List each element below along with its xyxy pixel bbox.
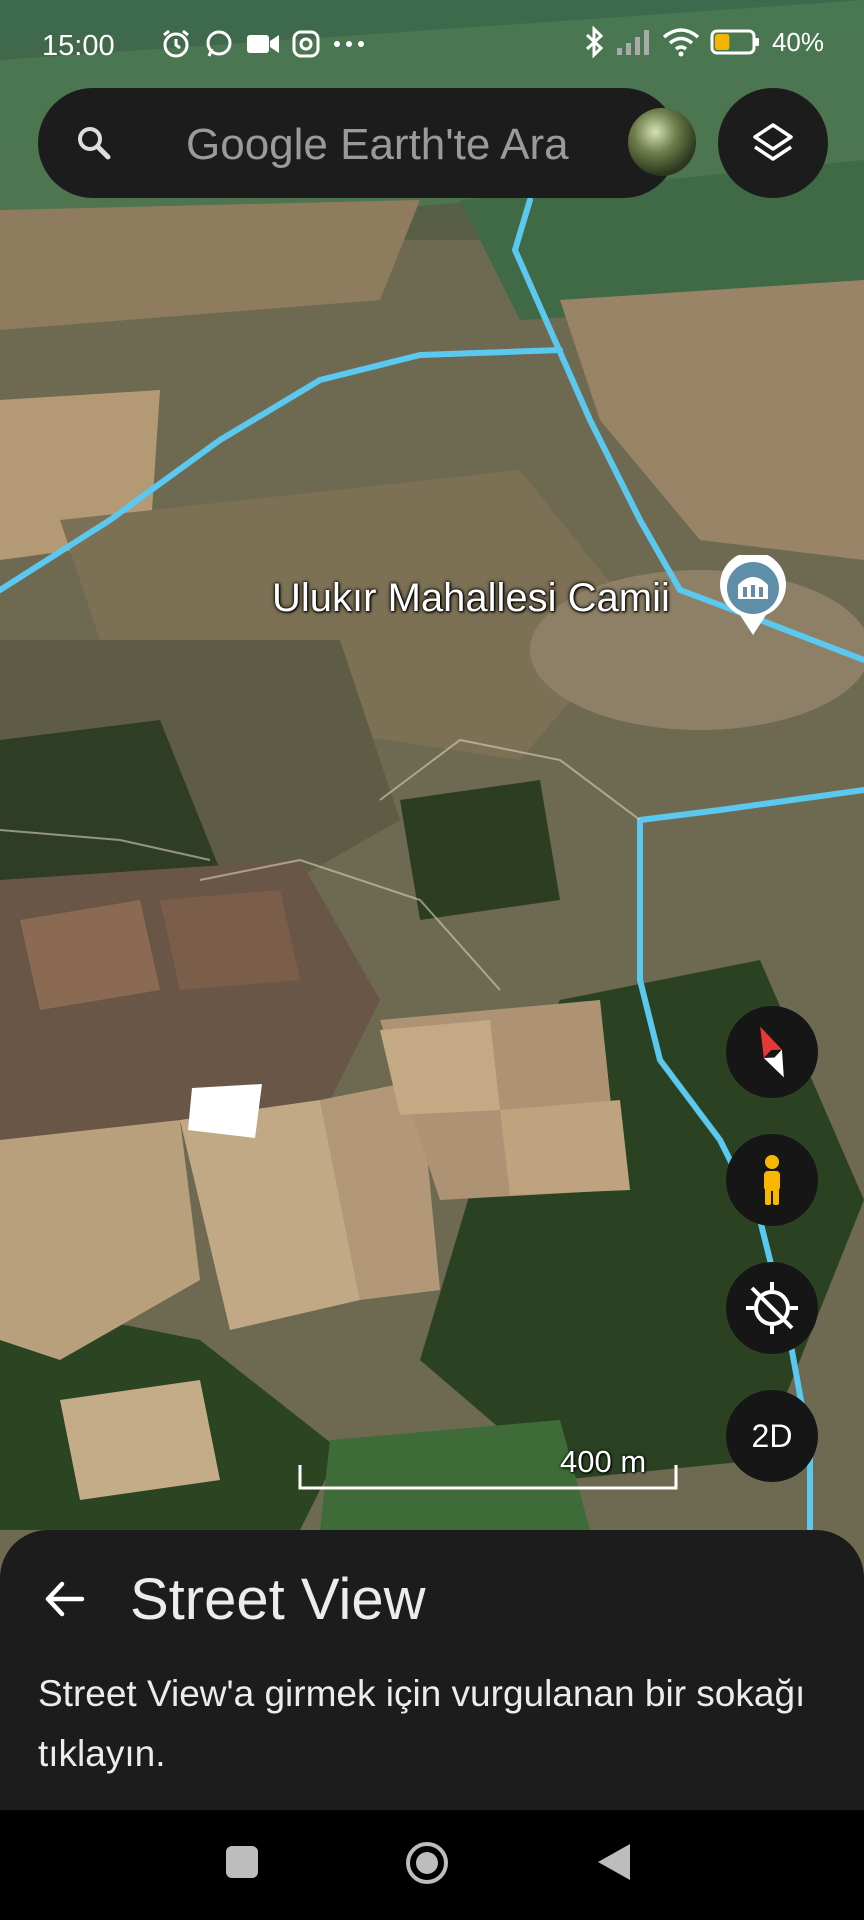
wifi-icon xyxy=(662,28,700,57)
mosque-pin-icon[interactable] xyxy=(718,555,788,637)
notification-icons xyxy=(160,28,366,60)
alarm-icon xyxy=(163,29,189,58)
avatar[interactable] xyxy=(628,108,696,176)
home-icon[interactable] xyxy=(404,1840,450,1886)
compass-icon xyxy=(760,1026,784,1078)
bluetooth-icon xyxy=(585,26,604,58)
2d-label: 2D xyxy=(751,1418,793,1454)
system-icons: 40% xyxy=(584,26,824,58)
search-input[interactable]: Google Earth'te Ara xyxy=(186,120,569,170)
panel-description: Street View'a girmek için vurgulanan bir… xyxy=(38,1673,806,1774)
location-off-icon xyxy=(746,1282,798,1334)
status-bar: 15:00 40% xyxy=(0,0,864,90)
clock: 15:00 xyxy=(42,30,115,62)
layers-button[interactable] xyxy=(718,88,828,198)
more-icon xyxy=(334,41,364,47)
2d-toggle-button[interactable]: 2D xyxy=(726,1390,818,1482)
pegman-icon xyxy=(764,1155,780,1205)
my-location-button[interactable] xyxy=(726,1262,818,1354)
street-view-pegman-button[interactable] xyxy=(726,1134,818,1226)
battery-percent: 40% xyxy=(771,26,824,57)
layers-icon xyxy=(753,123,793,161)
instagram-icon xyxy=(292,30,320,58)
recents-icon[interactable] xyxy=(224,1844,260,1880)
street-view-panel: Street View Street View'a girmek için vu… xyxy=(0,1530,864,1810)
search-bar[interactable]: Google Earth'te Ara xyxy=(38,88,696,198)
system-nav-bar xyxy=(0,1810,864,1920)
panel-title: Street View xyxy=(130,1567,426,1632)
compass-button[interactable] xyxy=(726,1006,818,1098)
signal-icon xyxy=(616,30,649,55)
search-icon[interactable] xyxy=(74,123,114,163)
scale-label: 400 m xyxy=(560,1444,647,1479)
back-arrow-icon[interactable] xyxy=(40,1574,90,1624)
back-icon[interactable] xyxy=(596,1842,632,1882)
place-label[interactable]: Ulukır Mahallesi Camii xyxy=(272,576,670,621)
battery-icon xyxy=(710,29,759,55)
video-icon xyxy=(247,35,279,53)
battery-level xyxy=(714,34,730,50)
whatsapp-icon xyxy=(206,30,232,57)
